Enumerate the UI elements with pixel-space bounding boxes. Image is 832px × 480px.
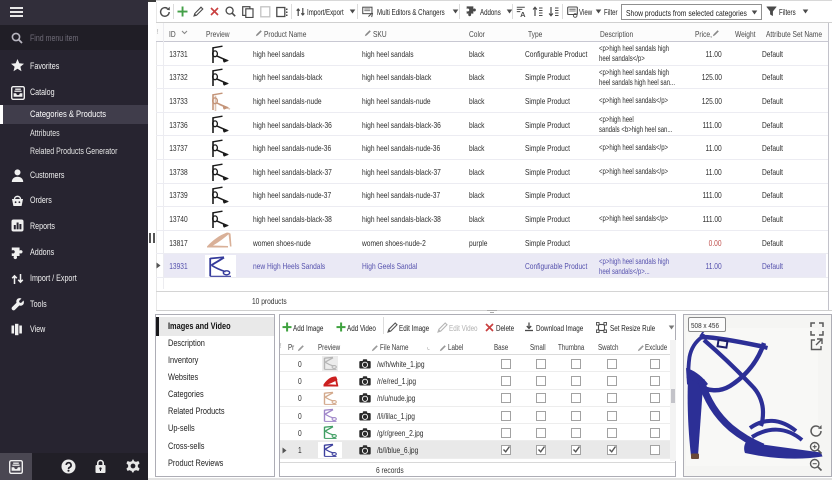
svg-text:A: A: [520, 10, 526, 17]
